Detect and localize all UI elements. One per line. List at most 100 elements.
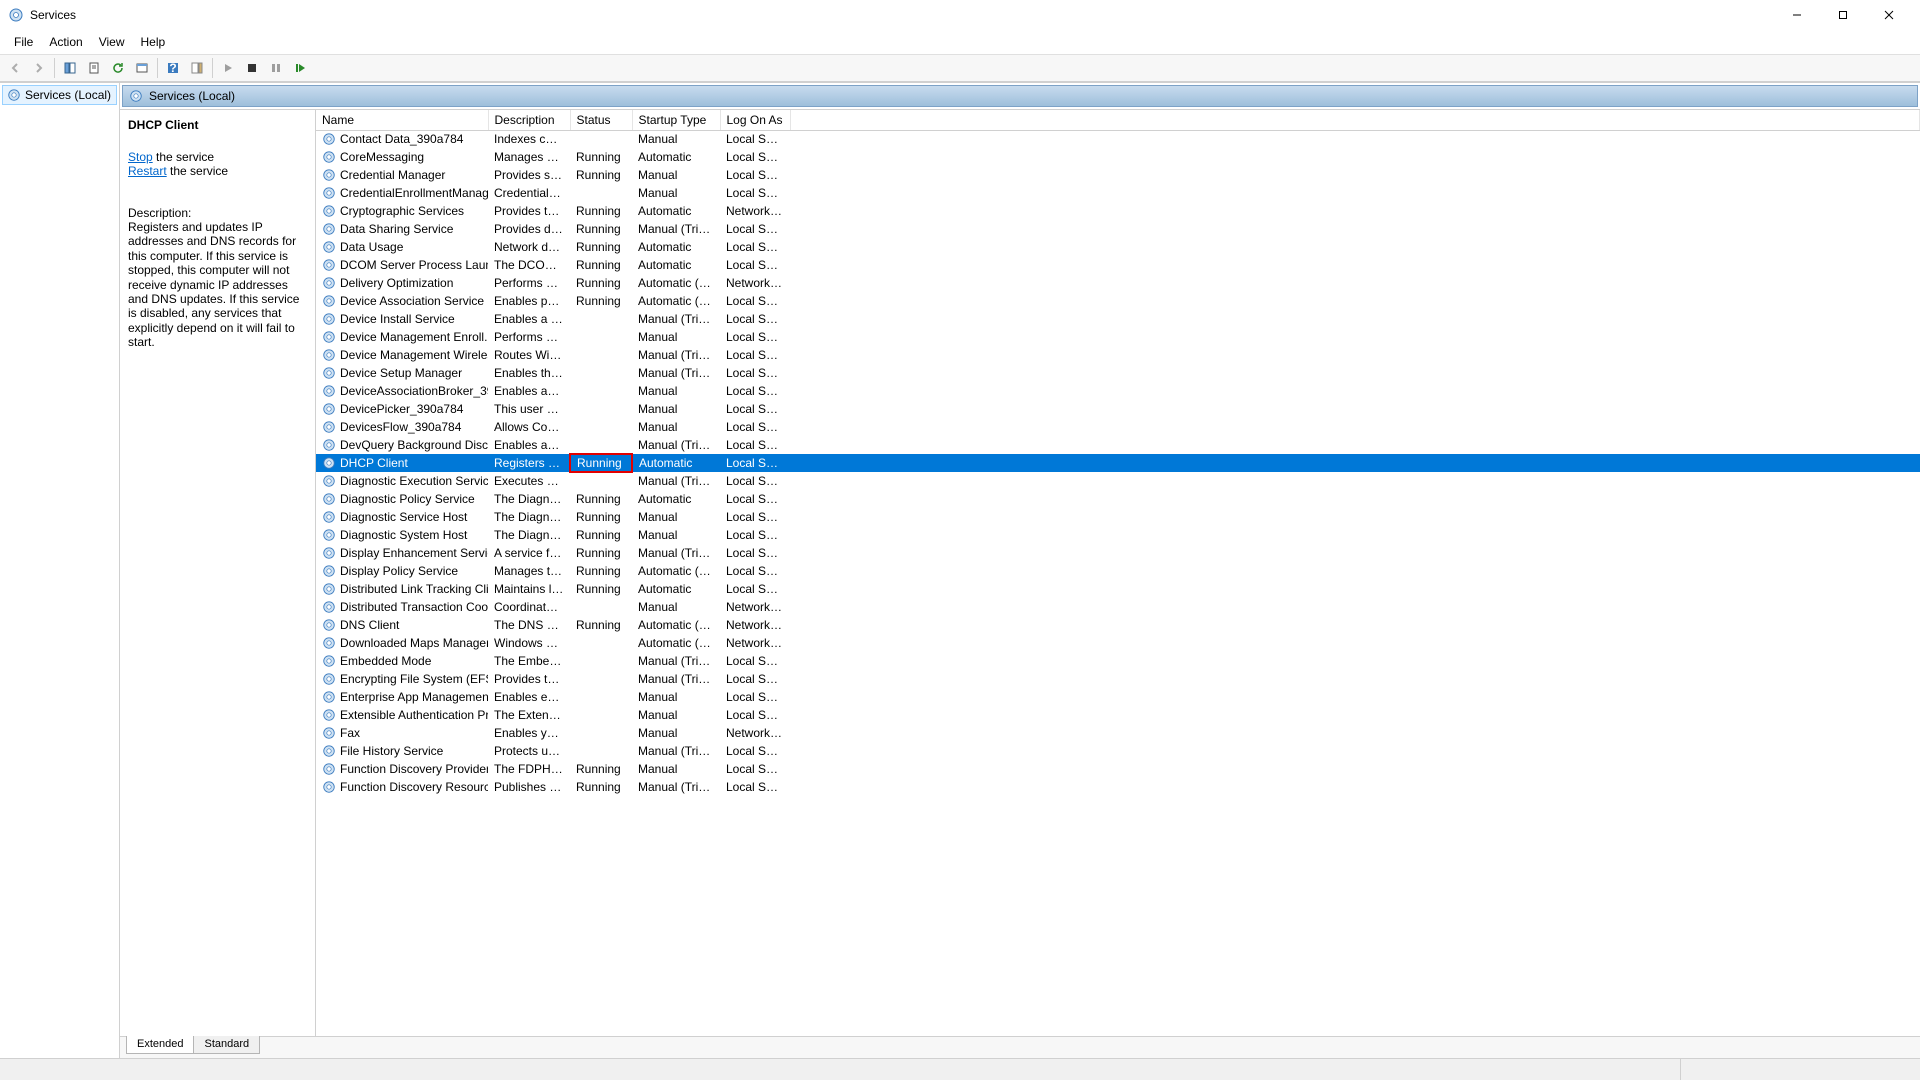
service-logon: Local System [720,328,790,346]
service-logon: Local System [720,580,790,598]
service-row[interactable]: Encrypting File System (EFS)Provides the… [316,670,1920,688]
service-icon [322,186,336,200]
service-row[interactable]: Data Sharing ServiceProvides dat...Runni… [316,220,1920,238]
service-name: Enterprise App Managemen... [340,690,488,704]
service-status: Running [570,544,632,562]
navigation-tree[interactable]: Services (Local) [0,83,120,1058]
service-logon: Local System [720,670,790,688]
service-logon: Local Service [720,454,790,472]
service-row[interactable]: DNS ClientThe DNS Cli...RunningAutomatic… [316,616,1920,634]
show-hide-action-pane-button[interactable] [186,57,208,79]
service-icon [322,780,336,794]
service-row[interactable]: DevicesFlow_390a784Allows Conn...ManualL… [316,418,1920,436]
export-list-button[interactable] [83,57,105,79]
menu-action[interactable]: Action [41,32,90,52]
service-description: Provides sec... [488,166,570,184]
menu-help[interactable]: Help [133,32,174,52]
service-startup-type: Manual [632,400,720,418]
service-row[interactable]: Downloaded Maps ManagerWindows ser...Aut… [316,634,1920,652]
service-row[interactable]: Extensible Authentication Pr...The Exten… [316,706,1920,724]
column-header-description[interactable]: Description [488,110,570,130]
service-description: The Embedd... [488,652,570,670]
service-row[interactable]: Cryptographic ServicesProvides thr...Run… [316,202,1920,220]
column-header-name[interactable]: Name [316,110,488,130]
service-icon [322,762,336,776]
service-status: Running [570,256,632,274]
service-status: Running [570,202,632,220]
service-description: Allows Conn... [488,418,570,436]
stop-service-button[interactable] [241,57,263,79]
service-description: The FDPHOS... [488,760,570,778]
service-row[interactable]: File History ServiceProtects user...Manu… [316,742,1920,760]
column-header-startup[interactable]: Startup Type [632,110,720,130]
pane-header-title: Services (Local) [149,89,235,103]
service-status [570,382,632,400]
service-description: The DCOML... [488,256,570,274]
stop-service-link[interactable]: Stop [128,150,153,164]
service-row[interactable]: Contact Data_390a784Indexes cont...Manua… [316,130,1920,148]
tab-extended[interactable]: Extended [126,1036,194,1054]
service-row[interactable]: Device Management Enroll...Performs De..… [316,328,1920,346]
service-startup-type: Manual [632,526,720,544]
service-row[interactable]: CoreMessagingManages co...RunningAutomat… [316,148,1920,166]
service-name: Data Usage [340,240,403,254]
service-row[interactable]: Function Discovery Resourc...Publishes t… [316,778,1920,796]
service-logon: Local System [720,346,790,364]
service-row[interactable]: DevicePicker_390a784This user ser...Manu… [316,400,1920,418]
service-row[interactable]: Data UsageNetwork dat...RunningAutomatic… [316,238,1920,256]
service-row[interactable]: Delivery OptimizationPerforms co...Runni… [316,274,1920,292]
help-button[interactable]: ? [162,57,184,79]
service-row[interactable]: Enterprise App Managemen...Enables ente.… [316,688,1920,706]
service-row[interactable]: Device Install ServiceEnables a co...Man… [316,310,1920,328]
service-row[interactable]: Device Setup ManagerEnables the ...Manua… [316,364,1920,382]
service-status [570,130,632,148]
column-header-logon[interactable]: Log On As [720,110,790,130]
service-logon: Local Service [720,760,790,778]
show-hide-tree-button[interactable] [59,57,81,79]
service-row[interactable]: DCOM Server Process Launc...The DCOML...… [316,256,1920,274]
service-row[interactable]: Embedded ModeThe Embedd...Manual (Trigg.… [316,652,1920,670]
service-icon [322,222,336,236]
service-icon [322,420,336,434]
service-row[interactable]: Function Discovery Provider ...The FDPHO… [316,760,1920,778]
service-row[interactable]: Diagnostic Policy ServiceThe Diagnos...R… [316,490,1920,508]
service-row[interactable]: Display Enhancement ServiceA service for… [316,544,1920,562]
service-row[interactable]: Diagnostic Execution ServiceExecutes dia… [316,472,1920,490]
service-row[interactable]: Distributed Transaction Coor...Coordinat… [316,598,1920,616]
service-row[interactable]: Device Management Wireles...Routes Wirel… [316,346,1920,364]
minimize-button[interactable] [1774,0,1820,30]
menu-file[interactable]: File [6,32,41,52]
close-button[interactable] [1866,0,1912,30]
service-row[interactable]: DHCP ClientRegisters an...RunningAutomat… [316,454,1920,472]
tree-item-services-local[interactable]: Services (Local) [2,85,117,105]
tab-standard[interactable]: Standard [193,1036,260,1054]
service-description: Enables app... [488,382,570,400]
service-description: Enables a co... [488,310,570,328]
refresh-button[interactable] [107,57,129,79]
services-list[interactable]: Name Description Status Startup Type Log… [316,110,1920,1036]
window-title: Services [30,8,1774,22]
service-row[interactable]: Diagnostic Service HostThe Diagnos...Run… [316,508,1920,526]
service-description: The Extensib... [488,706,570,724]
service-row[interactable]: DevQuery Background Disc...Enables app..… [316,436,1920,454]
service-icon [322,708,336,722]
properties-button[interactable] [131,57,153,79]
service-row[interactable]: Diagnostic System HostThe Diagnos...Runn… [316,526,1920,544]
service-row[interactable]: Device Association ServiceEnables pairi.… [316,292,1920,310]
service-startup-type: Automatic [632,454,720,472]
service-startup-type: Manual [632,328,720,346]
service-icon [322,654,336,668]
service-row[interactable]: FaxEnables you ...ManualNetwork Se... [316,724,1920,742]
maximize-button[interactable] [1820,0,1866,30]
service-row[interactable]: Credential ManagerProvides sec...Running… [316,166,1920,184]
service-description: Provides the... [488,670,570,688]
service-description: Coordinates ... [488,598,570,616]
service-row[interactable]: DeviceAssociationBroker_39...Enables app… [316,382,1920,400]
column-header-status[interactable]: Status [570,110,632,130]
menu-view[interactable]: View [91,32,133,52]
service-row[interactable]: Display Policy ServiceManages th...Runni… [316,562,1920,580]
service-row[interactable]: Distributed Link Tracking Cli...Maintain… [316,580,1920,598]
restart-service-button[interactable] [289,57,311,79]
service-row[interactable]: CredentialEnrollmentManag...Credential E… [316,184,1920,202]
restart-service-link[interactable]: Restart [128,164,167,178]
